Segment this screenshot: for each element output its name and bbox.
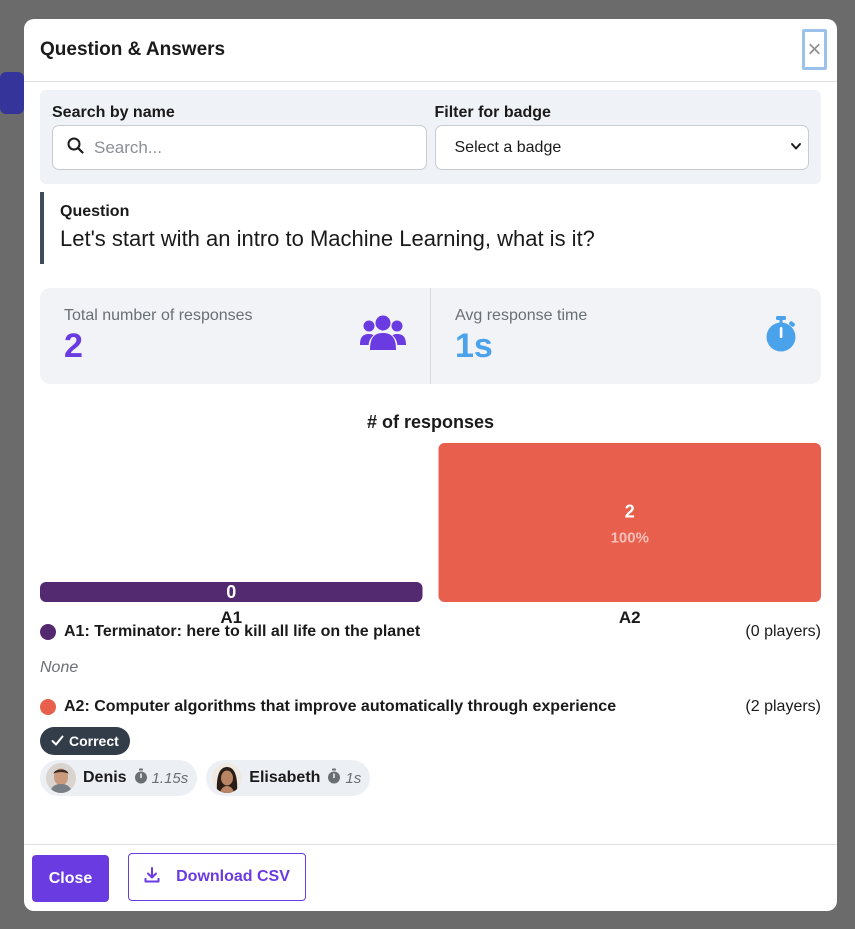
badge-filter: Filter for badge Select a badge [434, 104, 809, 170]
users-icon [360, 314, 406, 357]
check-icon [51, 733, 64, 749]
player-name: Elisabeth [249, 769, 321, 786]
answer-a1-count: (0 players) [745, 623, 821, 640]
avatar [212, 763, 243, 793]
stat-avg-label: Avg response time [455, 307, 588, 324]
stat-total-value: 2 [64, 327, 83, 365]
answer-a1-text: A1: Terminator: here to kill all life on… [64, 623, 421, 640]
modal-header: Question & Answers × [24, 19, 837, 82]
answer-a2-row: A2: Computer algorithms that improve aut… [40, 698, 821, 716]
bar-value-label: 2 [625, 502, 635, 522]
stat-total-label: Total number of responses [64, 307, 253, 324]
close-icon[interactable]: × [802, 29, 827, 70]
bar-a2 [438, 443, 821, 602]
filters-panel: Search by name Filter for badge Select a… [40, 90, 821, 184]
search-icon [67, 137, 84, 159]
stats-panel: Total number of responses 2 Avg response… [40, 288, 821, 384]
question-label: Question [60, 203, 130, 220]
search-box[interactable] [52, 125, 427, 170]
badge-label: Filter for badge [434, 104, 551, 121]
download-icon [144, 866, 160, 888]
player-name: Denis [83, 769, 127, 786]
players-list: Denis 1.15s Elisabeth 1s [40, 760, 371, 796]
player-time-value: 1s [345, 769, 362, 787]
question-block: Question Let's start with an intro to Ma… [40, 192, 821, 264]
chevron-down-icon [790, 139, 802, 157]
question-answers-modal: Question & Answers × Search by name Filt… [24, 19, 837, 911]
stopwatch-icon [765, 315, 797, 358]
answer-a1-row: A1: Terminator: here to kill all life on… [40, 623, 821, 641]
answer-a1-color-dot [40, 624, 56, 640]
answer-a1-empty: None [40, 659, 79, 676]
answer-a2-count: (2 players) [745, 698, 821, 715]
search-filter: Search by name [52, 104, 427, 170]
search-input[interactable] [94, 137, 412, 158]
badge-select[interactable]: Select a badge [434, 125, 809, 170]
bar-value-label: 0 [226, 582, 236, 602]
backdrop-button [0, 72, 24, 114]
player-time: 1.15s [134, 768, 189, 788]
close-button[interactable]: Close [32, 855, 109, 902]
download-csv-button[interactable]: Download CSV [128, 853, 306, 901]
answer-a2-color-dot [40, 699, 56, 715]
bar-percent-label: 100% [611, 530, 649, 547]
chart-title: # of responses [366, 412, 495, 432]
correct-badge-label: Correct [69, 733, 119, 749]
stopwatch-icon [327, 768, 341, 788]
stat-avg-value: 1s [455, 327, 493, 365]
modal-title: Question & Answers [40, 39, 226, 60]
search-label: Search by name [52, 104, 175, 121]
correct-badge: Correct [40, 727, 130, 755]
stat-avg-response-time: Avg response time 1s [430, 288, 821, 384]
stopwatch-icon [134, 768, 148, 788]
player-chip-denis[interactable]: Denis 1.15s [40, 760, 198, 796]
question-text: Let's start with an intro to Machine Lea… [60, 226, 595, 251]
player-time: 1s [327, 768, 361, 788]
player-time-value: 1.15s [151, 769, 189, 787]
answer-a2-text: A2: Computer algorithms that improve aut… [64, 698, 617, 715]
badge-select-value: Select a badge [454, 138, 562, 156]
avatar [46, 763, 76, 793]
stat-total-responses: Total number of responses 2 [40, 288, 430, 384]
modal-footer: Close Download CSV [24, 844, 837, 911]
player-chip-elisabeth[interactable]: Elisabeth 1s [206, 760, 371, 796]
download-csv-label: Download CSV [176, 868, 290, 885]
responses-bar-chart: 0A12100%A2 [40, 443, 821, 627]
